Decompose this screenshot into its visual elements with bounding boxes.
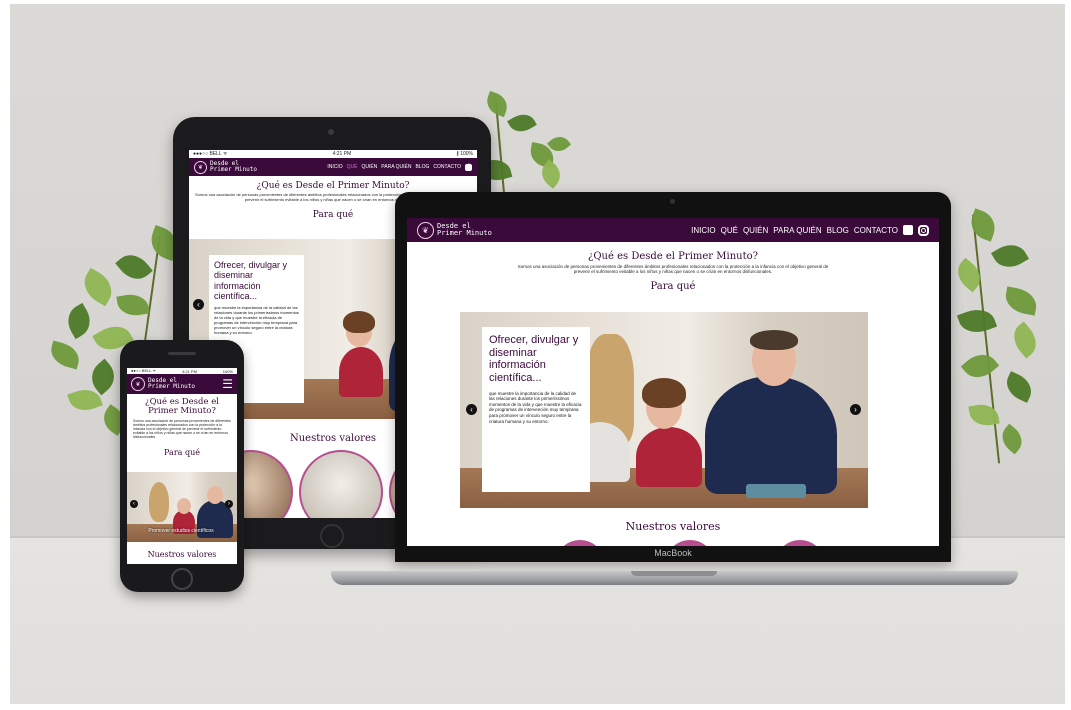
laptop-menu: INICIO QUÉ QUIÉN PARA QUIÉN BLOG CONTACT… — [691, 224, 929, 236]
laptop-hero-card: Ofrecer, divulgar y diseminar informació… — [482, 327, 590, 492]
phone-intro-text: Somos una asociación de personas proveni… — [133, 418, 231, 440]
laptop-carousel-prev-arrow[interactable]: ‹ — [466, 404, 477, 415]
facebook-icon[interactable]: f — [465, 163, 472, 171]
laptop-card-text: que muestre la importancia de la calidad… — [489, 390, 582, 424]
nav-item-para-quien[interactable]: PARA QUIÉN — [381, 164, 411, 170]
logo-mark-icon: ❦ — [131, 377, 145, 391]
nav-item-quien[interactable]: QUIÉN — [361, 164, 377, 170]
laptop-logo[interactable]: ❦ Desde el Primer Minuto — [417, 221, 492, 239]
nav-item-contacto[interactable]: CONTACTO — [854, 226, 898, 235]
laptop-carousel-next-arrow[interactable]: › — [850, 404, 861, 415]
phone-values-title: Nuestros valores — [147, 550, 217, 559]
phone-logo[interactable]: ❦ Desde el Primer Minuto — [131, 377, 195, 391]
tablet-status-bar: ●●●○○ BELL ᯤ 4:21 PM ∦ 100% — [189, 150, 477, 158]
laptop-nav-bar: ❦ Desde el Primer Minuto INICIO QUÉ QUIÉ… — [407, 218, 939, 242]
laptop-brand-label: MacBook — [654, 548, 692, 558]
phone-battery: 100% — [222, 368, 233, 374]
tablet-carousel-prev-arrow[interactable]: ‹ — [193, 299, 204, 310]
value-photo-1 — [555, 540, 605, 546]
nav-item-blog[interactable]: BLOG — [827, 226, 849, 235]
facebook-icon[interactable]: f — [903, 225, 913, 235]
phone-screen: ●●○○ BELL ᯤ 4:21 PM 100% ❦ Desde el Prim… — [127, 368, 237, 564]
phone-slide-caption: Promover estudios científicos — [148, 528, 214, 534]
laptop-screen: ❦ Desde el Primer Minuto INICIO QUÉ QUIÉ… — [407, 218, 939, 546]
tablet-home-button[interactable] — [320, 524, 344, 548]
nav-item-blog[interactable]: BLOG — [416, 164, 430, 170]
phone-nav-bar: ❦ Desde el Primer Minuto ☰ — [127, 374, 237, 394]
phone-carousel-prev-arrow[interactable]: ‹ — [130, 500, 138, 508]
laptop-intro-text: Somos una asociación de personas proveni… — [517, 264, 829, 275]
laptop-notch — [631, 571, 717, 576]
nav-item-para-quien[interactable]: PARA QUIÉN — [773, 226, 821, 235]
phone-device: ●●○○ BELL ᯤ 4:21 PM 100% ❦ Desde el Prim… — [120, 340, 244, 592]
nav-item-contacto[interactable]: CONTACTO — [433, 164, 461, 170]
phone-page-heading: ¿Qué es Desde el Primer Minuto? — [145, 397, 219, 417]
phone-hero-photo: Promover estudios científicos ‹ › — [127, 472, 237, 542]
phone-time: 4:21 PM — [182, 368, 197, 374]
nav-item-quien[interactable]: QUIÉN — [743, 226, 768, 235]
tablet-camera — [328, 129, 334, 135]
instagram-icon[interactable] — [918, 224, 929, 236]
tablet-carrier: ●●●○○ BELL ᯤ — [193, 151, 228, 157]
laptop-camera — [670, 199, 675, 204]
mockup-scene: ●●●○○ BELL ᯤ 4:21 PM ∦ 100% ❦ Desde el P… — [10, 4, 1065, 704]
phone-carrier: ●●○○ BELL ᯤ — [131, 368, 157, 373]
tablet-card-text: que muestre la importancia de la calidad… — [214, 305, 299, 336]
value-photo-2 — [665, 540, 715, 546]
tablet-time: 4:21 PM — [332, 151, 352, 157]
laptop-values-title: Nuestros valores — [625, 520, 721, 533]
laptop-page-heading: ¿Qué es Desde el Primer Minuto? — [588, 251, 758, 262]
tablet-menu: INICIO QUÉ QUIÉN PARA QUIÉN BLOG CONTACT… — [327, 163, 472, 171]
laptop-hero-photo: Ofrecer, divulgar y diseminar informació… — [460, 312, 868, 508]
phone-carousel-next-arrow[interactable]: › — [225, 500, 233, 508]
nav-item-que[interactable]: QUÉ — [721, 226, 738, 235]
logo-line2: Primer Minuto — [437, 229, 492, 237]
hamburger-menu-icon[interactable]: ☰ — [222, 377, 233, 391]
logo-line2: Primer Minuto — [148, 383, 195, 390]
tablet-nav-bar: ❦ Desde el Primer Minuto INICIO QUÉ QUIÉ… — [189, 158, 477, 176]
nav-item-que[interactable]: QUÉ — [347, 164, 358, 170]
tablet-battery: ∦ 100% — [456, 151, 473, 157]
laptop-device: ❦ Desde el Primer Minuto INICIO QUÉ QUIÉ… — [395, 192, 951, 562]
tablet-card-title: Ofrecer, divulgar y diseminar informació… — [214, 260, 288, 302]
phone-section-title: Para qué — [164, 447, 200, 457]
value-photo-2 — [299, 450, 383, 518]
laptop-base — [331, 571, 1018, 585]
nav-item-inicio[interactable]: INICIO — [327, 164, 342, 170]
phone-home-button[interactable] — [171, 568, 193, 590]
logo-line2: Primer Minuto — [210, 166, 257, 173]
nav-item-inicio[interactable]: INICIO — [691, 226, 715, 235]
tablet-logo[interactable]: ❦ Desde el Primer Minuto — [194, 160, 257, 174]
value-photo-3 — [775, 540, 825, 546]
logo-mark-icon: ❦ — [194, 160, 207, 174]
phone-speaker — [168, 352, 196, 355]
tablet-page-heading: ¿Qué es Desde el Primer Minuto? — [256, 181, 410, 191]
logo-mark-icon: ❦ — [417, 221, 434, 239]
laptop-card-title: Ofrecer, divulgar y diseminar informació… — [489, 334, 579, 384]
laptop-section-title: Para qué — [650, 280, 696, 292]
